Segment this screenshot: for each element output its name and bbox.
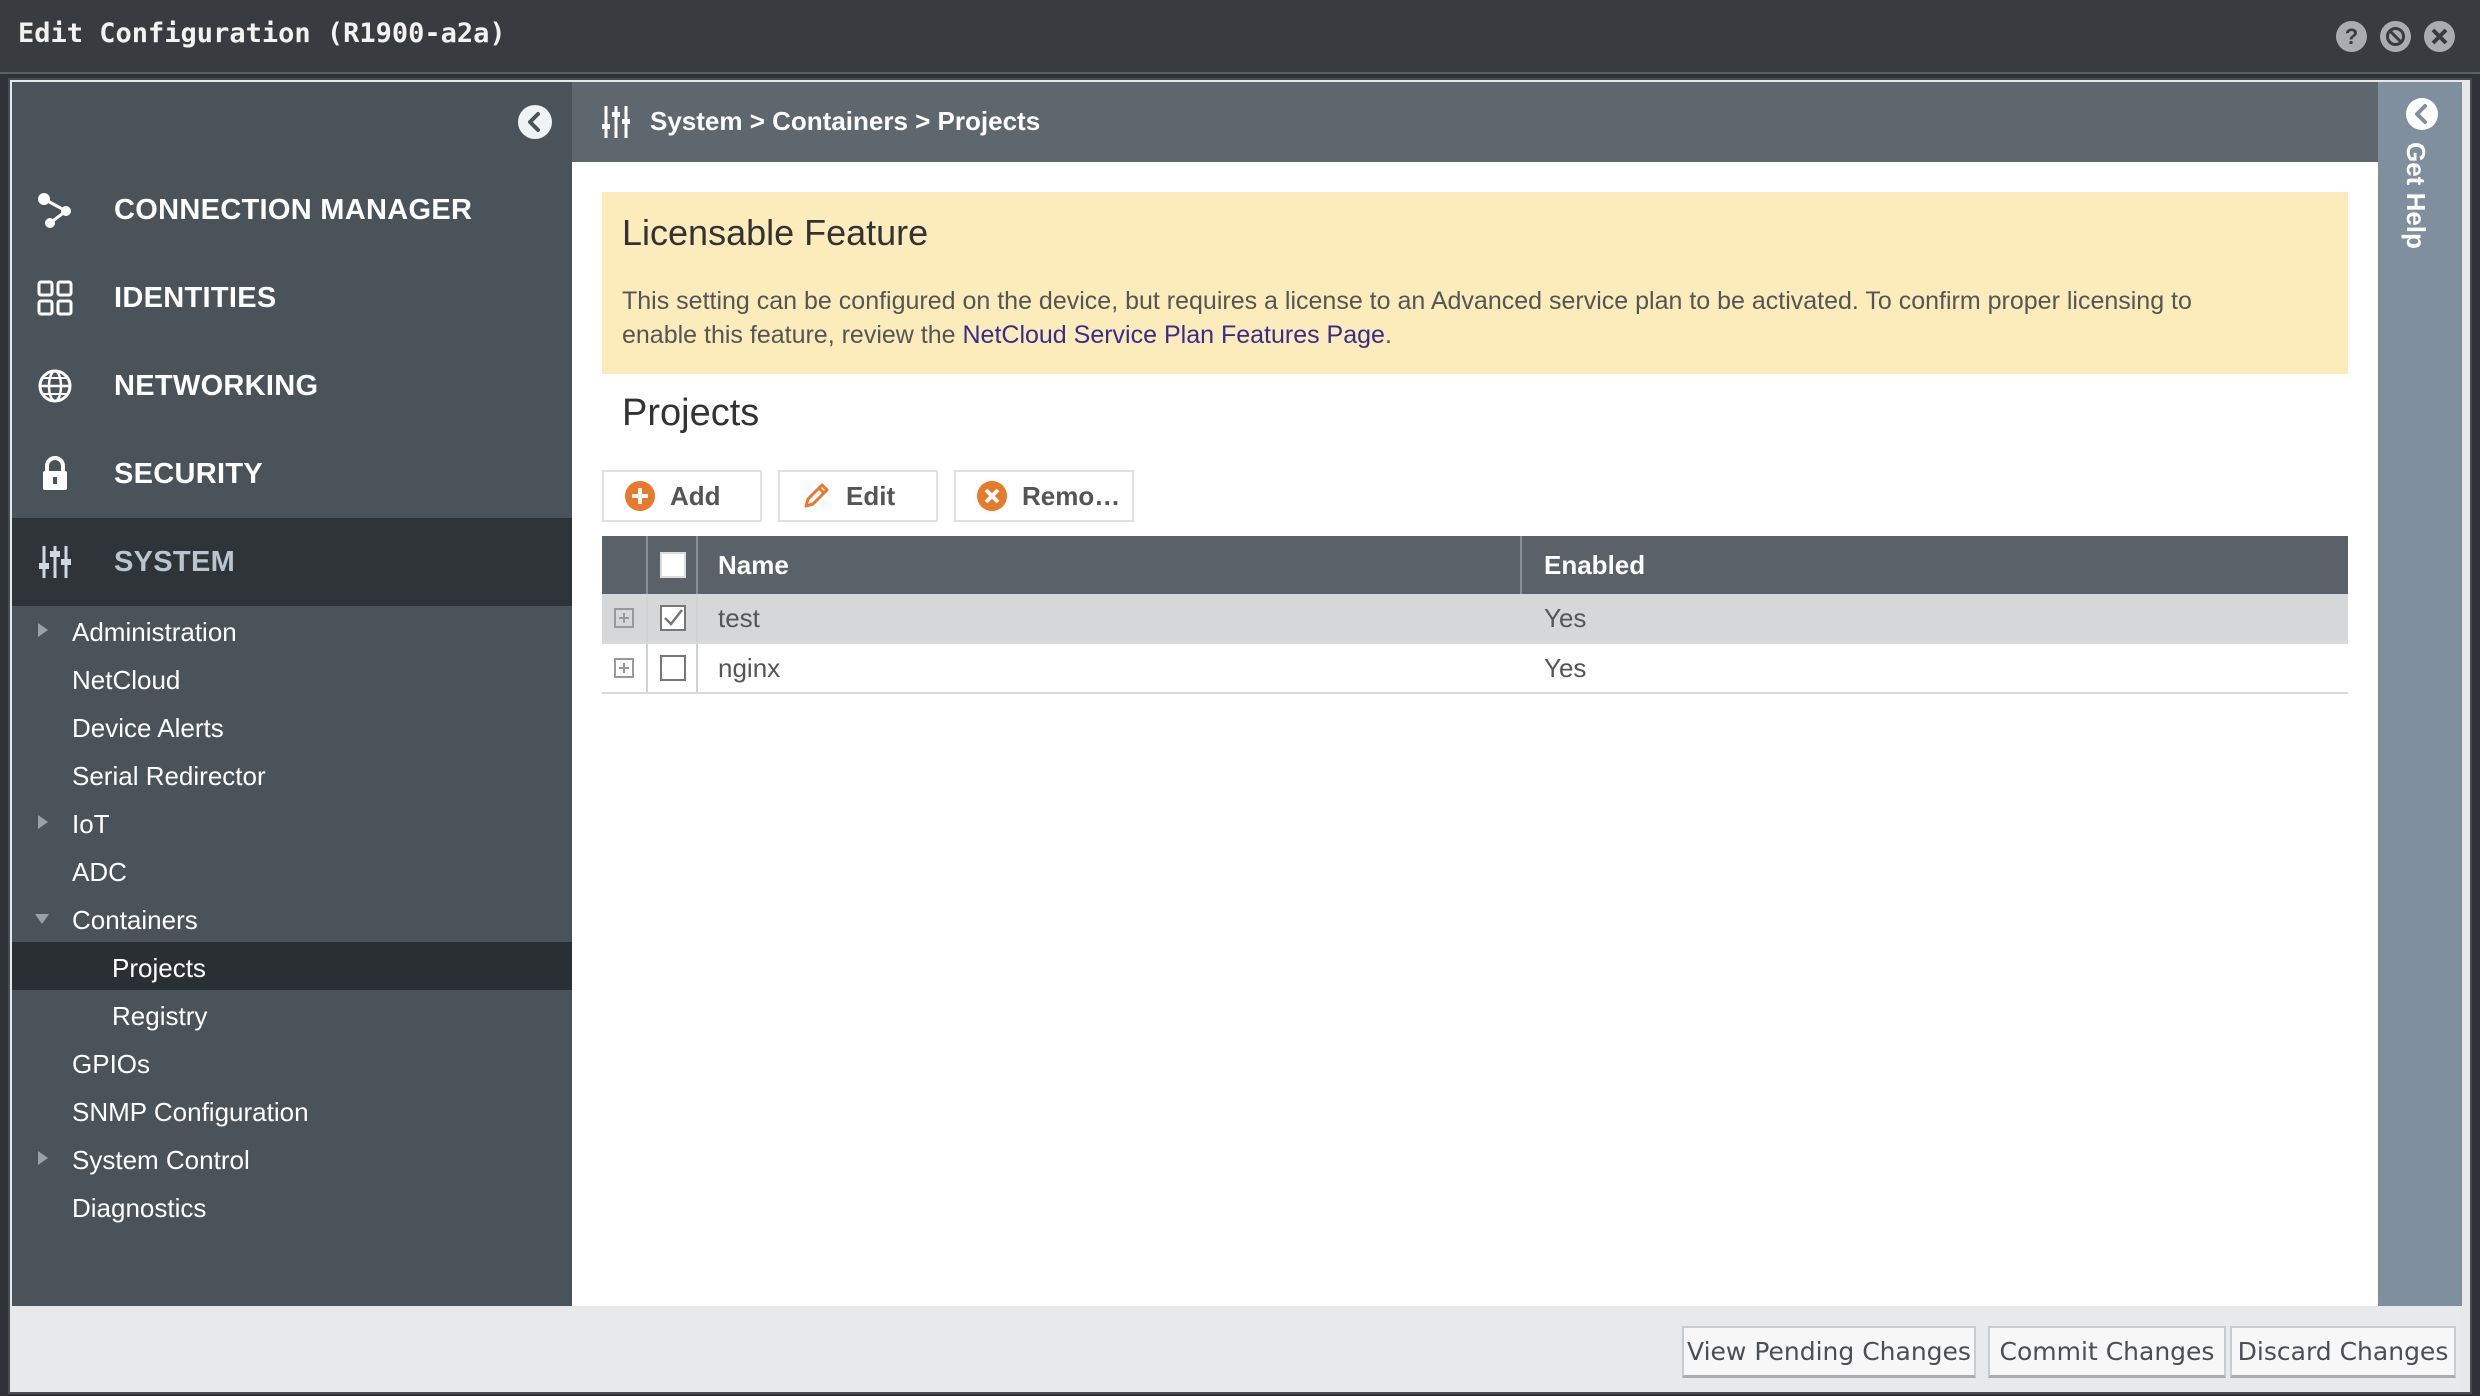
sidebar-item-snmp-configuration[interactable]: SNMP Configuration bbox=[12, 1086, 572, 1134]
globe-icon bbox=[38, 369, 72, 403]
pencil-icon bbox=[804, 483, 829, 508]
expand-row-icon[interactable] bbox=[614, 644, 634, 692]
sidebar-item-label: GPIOs bbox=[72, 1049, 151, 1079]
get-help-label: Get Help bbox=[2401, 142, 2431, 249]
notice-line1: This setting can be configured on the de… bbox=[622, 287, 2192, 315]
chevron-down-icon bbox=[35, 914, 49, 924]
expand-help-icon[interactable] bbox=[2406, 98, 2438, 130]
notice-line2-prefix: enable this feature, review the bbox=[622, 321, 963, 349]
minimize-icon[interactable] bbox=[2380, 21, 2411, 52]
remove-label: Remo… bbox=[1022, 480, 1121, 511]
notice-title: Licensable Feature bbox=[622, 212, 929, 253]
identities-icon bbox=[37, 280, 73, 316]
sidebar-item-adc[interactable]: ADC bbox=[12, 846, 572, 894]
sidebar-item-security[interactable]: SECURITY bbox=[12, 430, 572, 518]
page-title: Projects bbox=[622, 392, 760, 434]
sidebar-item-system[interactable]: SYSTEM bbox=[12, 518, 572, 606]
chevron-right-icon bbox=[38, 623, 48, 637]
edit-label: Edit bbox=[846, 480, 896, 511]
chevron-right-icon bbox=[38, 1151, 48, 1165]
sidebar-item-containers[interactable]: Containers bbox=[12, 894, 572, 942]
sidebar-item-label: SECURITY bbox=[114, 457, 264, 490]
select-all-checkbox[interactable] bbox=[660, 536, 686, 594]
collapse-sidebar-icon[interactable] bbox=[518, 105, 552, 139]
sidebar-item-label: NetCloud bbox=[72, 665, 181, 695]
sidebar-item-projects[interactable]: Projects bbox=[12, 942, 572, 990]
table-header: Name Enabled bbox=[602, 536, 2348, 594]
sidebar-item-label: IDENTITIES bbox=[114, 281, 277, 314]
sidebar-item-device-alerts[interactable]: Device Alerts bbox=[12, 702, 572, 750]
sidebar-item-label: Administration bbox=[72, 617, 237, 647]
close-icon[interactable] bbox=[2424, 21, 2455, 52]
connection-icon bbox=[38, 193, 71, 228]
license-notice: Licensable Feature This setting can be c… bbox=[602, 192, 2348, 374]
expand-row-icon[interactable] bbox=[614, 594, 634, 642]
service-plan-link[interactable]: NetCloud Service Plan Features Page bbox=[962, 321, 1384, 349]
sidebar-item-diagnostics[interactable]: Diagnostics bbox=[12, 1182, 572, 1230]
row-checkbox[interactable] bbox=[660, 594, 686, 642]
sidebar-item-label: NETWORKING bbox=[114, 369, 319, 402]
sidebar-item-gpios[interactable]: GPIOs bbox=[12, 1038, 572, 1086]
sidebar-item-administration[interactable]: Administration bbox=[12, 606, 572, 654]
notice-line2-suffix: . bbox=[1384, 321, 1392, 349]
add-button[interactable]: Add bbox=[602, 470, 762, 522]
edit-button[interactable]: Edit bbox=[778, 470, 938, 522]
sidebar-item-label: Registry bbox=[112, 1001, 208, 1031]
remove-icon bbox=[977, 481, 1007, 511]
sidebar-item-label: Projects bbox=[112, 953, 206, 983]
sidebar-item-label: Diagnostics bbox=[72, 1193, 207, 1223]
view-pending-changes-button[interactable]: View Pending Changes bbox=[1682, 1326, 1976, 1378]
add-label: Add bbox=[670, 480, 721, 511]
add-icon bbox=[625, 481, 655, 511]
chevron-right-icon bbox=[38, 815, 48, 829]
sliders-icon bbox=[602, 106, 630, 138]
column-header-name[interactable]: Name bbox=[718, 536, 789, 594]
sliders-icon bbox=[39, 546, 71, 578]
row-checkbox[interactable] bbox=[660, 644, 686, 692]
breadcrumb: System > Containers > Projects bbox=[650, 106, 1041, 136]
help-icon[interactable]: ? bbox=[2336, 21, 2367, 52]
project-name: test bbox=[718, 602, 760, 633]
sidebar-item-label: CONNECTION MANAGER bbox=[114, 193, 473, 226]
sidebar-item-networking[interactable]: NETWORKING bbox=[12, 342, 572, 430]
commit-changes-button[interactable]: Commit Changes bbox=[1988, 1326, 2226, 1378]
sidebar-item-identities[interactable]: IDENTITIES bbox=[12, 254, 572, 342]
remove-button[interactable]: Remo… bbox=[954, 470, 1134, 522]
window-title: Edit Configuration (R1900-a2a) bbox=[18, 18, 506, 49]
lock-icon bbox=[43, 456, 67, 490]
svg-text:?: ? bbox=[2345, 24, 2358, 49]
sidebar-item-label: ADC bbox=[72, 857, 127, 887]
sidebar-item-connection-manager[interactable]: CONNECTION MANAGER bbox=[12, 166, 572, 254]
project-name: nginx bbox=[718, 652, 781, 683]
notice-text: This setting can be configured on the de… bbox=[622, 284, 2322, 352]
sidebar-item-label: Serial Redirector bbox=[72, 761, 266, 791]
breadcrumb-bar: System > Containers > Projects bbox=[572, 82, 2378, 162]
table-row[interactable]: test Yes bbox=[602, 594, 2348, 644]
table-row[interactable]: nginx Yes bbox=[602, 644, 2348, 694]
sidebar-item-label: SYSTEM bbox=[114, 545, 236, 578]
discard-changes-button[interactable]: Discard Changes bbox=[2230, 1326, 2456, 1378]
sidebar-item-iot[interactable]: IoT bbox=[12, 798, 572, 846]
sidebar-item-label: Containers bbox=[72, 905, 198, 935]
window-titlebar: Edit Configuration (R1900-a2a) ? bbox=[0, 0, 2480, 74]
sidebar-item-label: IoT bbox=[72, 809, 110, 839]
project-enabled: Yes bbox=[1544, 652, 1587, 683]
get-help-rail[interactable]: Get Help bbox=[2378, 82, 2462, 1306]
sidebar-item-label: Device Alerts bbox=[72, 713, 224, 743]
sidebar-item-label: SNMP Configuration bbox=[72, 1097, 309, 1127]
sidebar-item-serial-redirector[interactable]: Serial Redirector bbox=[12, 750, 572, 798]
column-header-enabled[interactable]: Enabled bbox=[1544, 536, 1645, 594]
project-enabled: Yes bbox=[1544, 602, 1587, 633]
sidebar-item-registry[interactable]: Registry bbox=[12, 990, 572, 1038]
sidebar-item-label: System Control bbox=[72, 1145, 250, 1175]
sidebar-item-netcloud[interactable]: NetCloud bbox=[12, 654, 572, 702]
sidebar-item-system-control[interactable]: System Control bbox=[12, 1134, 572, 1182]
